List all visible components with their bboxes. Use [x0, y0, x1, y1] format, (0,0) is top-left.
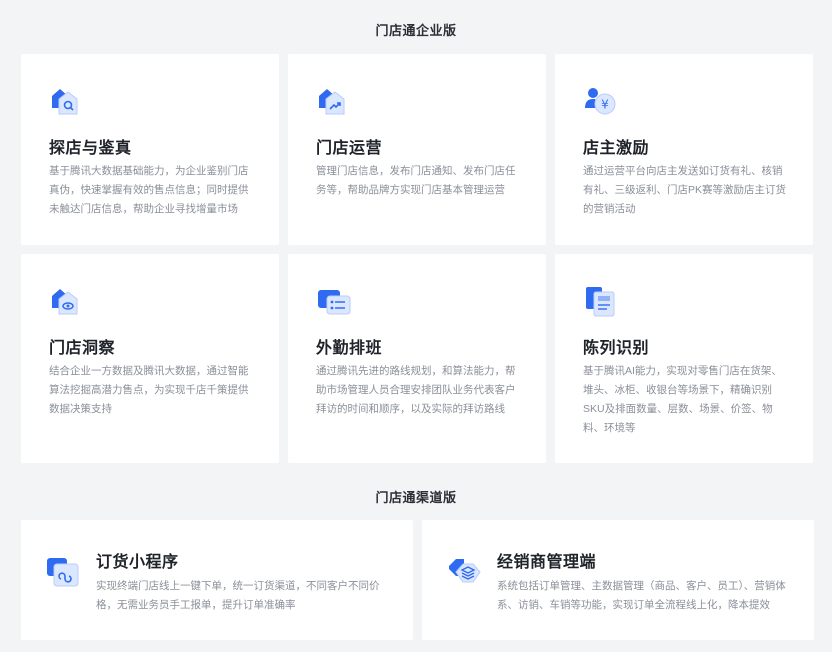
card-title: 门店洞察 [49, 340, 116, 357]
card-title: 探店与鉴真 [49, 140, 132, 157]
feature-card-order-miniapp[interactable]: 订货小程序 实现终端门店线上一键下单，统一订货渠道，不同客户不同价 格，无需业务… [21, 520, 413, 640]
card-title: 门店运营 [316, 140, 383, 157]
card-title: 陈列识别 [583, 340, 650, 357]
card-title: 外勤排班 [316, 340, 383, 357]
card-description: 结合企业一方数据及腾讯大数据，通过智能 算法挖掘高潜力售点，为实现千店千策提供 … [49, 365, 249, 415]
card-description: 通过运营平台向店主发送如订货有礼、核销 有礼、三级返利、门店PK赛等激励店主订货… [583, 165, 787, 215]
shop-insight-icon [49, 284, 85, 320]
schedule-card-icon [316, 284, 352, 320]
card-title: 经销商管理端 [497, 554, 597, 571]
owner-reward-icon: ¥ [583, 84, 619, 120]
feature-card-field-schedule[interactable]: 外勤排班 通过腾讯先进的路线规划，和算法能力，帮 助市场管理人员合理安排团队业务… [288, 254, 546, 463]
shop-growth-icon [316, 84, 352, 120]
feature-card-shop-verify[interactable]: 探店与鉴真 基于腾讯大数据基础能力，为企业鉴别门店 真伪，快速掌握有效的售点信息… [21, 54, 279, 245]
card-description: 基于腾讯AI能力，实现对零售门店在货架、 堆头、冰柜、收银台等场景下，精确识别 … [583, 365, 782, 434]
card-description: 系统包括订单管理、主数据管理（商品、客户、员工）、营销体 系、访销、车销等功能，… [497, 580, 786, 611]
card-description: 通过腾讯先进的路线规划，和算法能力，帮 助市场管理人员合理安排团队业务代表客户 … [316, 365, 516, 415]
enterprise-section-title: 门店通企业版 [375, 23, 457, 38]
feature-card-shop-insight[interactable]: 门店洞察 结合企业一方数据及腾讯大数据，通过智能 算法挖掘高潜力售点，为实现千店… [21, 254, 279, 463]
channel-section-title: 门店通渠道版 [375, 490, 457, 505]
card-title: 店主激励 [583, 140, 650, 157]
card-description: 实现终端门店线上一键下单，统一订货渠道，不同客户不同价 格，无需业务员手工报单，… [96, 580, 380, 611]
shop-search-icon [49, 84, 85, 120]
card-title: 订货小程序 [96, 554, 179, 571]
feature-card-shop-operation[interactable]: 门店运营 管理门店信息，发布门店通知、发布门店任 务等，帮助品牌方实现门店基本管… [288, 54, 546, 245]
feature-card-distributor-console[interactable]: 经销商管理端 系统包括订单管理、主数据管理（商品、客户、员工）、营销体 系、访销… [422, 520, 814, 640]
svg-text:¥: ¥ [601, 98, 609, 112]
feature-card-display-recognition[interactable]: 陈列识别 基于腾讯AI能力，实现对零售门店在货架、 堆头、冰柜、收银台等场景下，… [555, 254, 813, 463]
card-description: 基于腾讯大数据基础能力，为企业鉴别门店 真伪，快速掌握有效的售点信息；同时提供 … [49, 165, 249, 215]
display-recognition-icon [583, 284, 619, 320]
distributor-layers-icon [446, 554, 482, 590]
card-description: 管理门店信息，发布门店通知、发布门店任 务等，帮助品牌方实现门店基本管理运营 [316, 165, 516, 196]
order-miniapp-icon [45, 554, 81, 590]
feature-card-owner-reward[interactable]: ¥ 店主激励 通过运营平台向店主发送如订货有礼、核销 有礼、三级返利、门店PK赛… [555, 54, 813, 245]
